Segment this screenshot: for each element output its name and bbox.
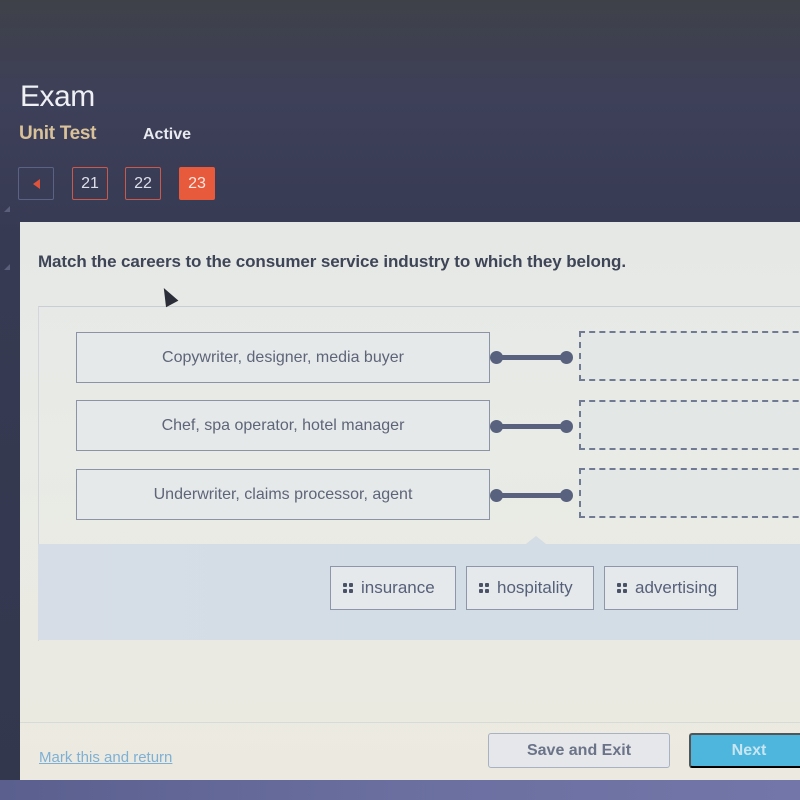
connector-line	[490, 420, 573, 433]
question-panel: Match the careers to the consumer servic…	[20, 222, 800, 780]
connector-line	[490, 351, 573, 364]
page-title: Exam	[20, 80, 95, 113]
question-22-button[interactable]: 22	[125, 167, 161, 200]
question-23-button[interactable]: 23	[179, 167, 215, 200]
question-21-button[interactable]: 21	[72, 167, 108, 200]
answer-chip-hospitality[interactable]: hospitality	[466, 566, 594, 610]
next-button[interactable]: Next	[689, 733, 800, 768]
question-prompt: Match the careers to the consumer servic…	[38, 252, 626, 271]
connector-dot-right	[560, 489, 573, 502]
drop-target-2[interactable]	[579, 400, 800, 450]
exam-subtitle: Unit Test	[19, 123, 97, 144]
connector-dot-right	[560, 420, 573, 433]
chip-label: insurance	[361, 578, 435, 597]
back-arrow-icon	[32, 178, 40, 189]
career-item: Underwriter, claims processor, agent	[76, 469, 490, 520]
drop-target-3[interactable]	[579, 468, 800, 518]
answer-chip-insurance[interactable]: insurance	[330, 566, 456, 610]
chip-label: advertising	[635, 578, 718, 597]
answer-bank: insurance hospitality advertising	[38, 536, 800, 640]
save-and-exit-button[interactable]: Save and Exit	[488, 733, 670, 768]
footer-divider	[20, 722, 800, 723]
previous-question-button[interactable]	[18, 167, 54, 200]
collapse-marker-top	[4, 206, 10, 212]
connector-bar	[496, 355, 567, 360]
collapse-marker-mid	[4, 264, 10, 270]
connector-dot-right	[560, 351, 573, 364]
drag-grip-icon	[479, 583, 489, 593]
career-item: Copywriter, designer, media buyer	[76, 332, 490, 383]
connector-line	[490, 489, 573, 502]
bank-notch	[526, 536, 546, 544]
connector-bar	[496, 493, 567, 498]
drag-grip-icon	[343, 583, 353, 593]
drop-target-1[interactable]	[579, 331, 800, 381]
career-item: Chef, spa operator, hotel manager	[76, 400, 490, 451]
answer-chip-advertising[interactable]: advertising	[604, 566, 738, 610]
status-label: Active	[143, 126, 192, 143]
screen-bottom-strip	[0, 780, 800, 800]
chip-label: hospitality	[497, 578, 573, 597]
mark-and-return-link[interactable]: Mark this and return	[39, 749, 172, 766]
drag-grip-icon	[617, 583, 627, 593]
connector-bar	[496, 424, 567, 429]
